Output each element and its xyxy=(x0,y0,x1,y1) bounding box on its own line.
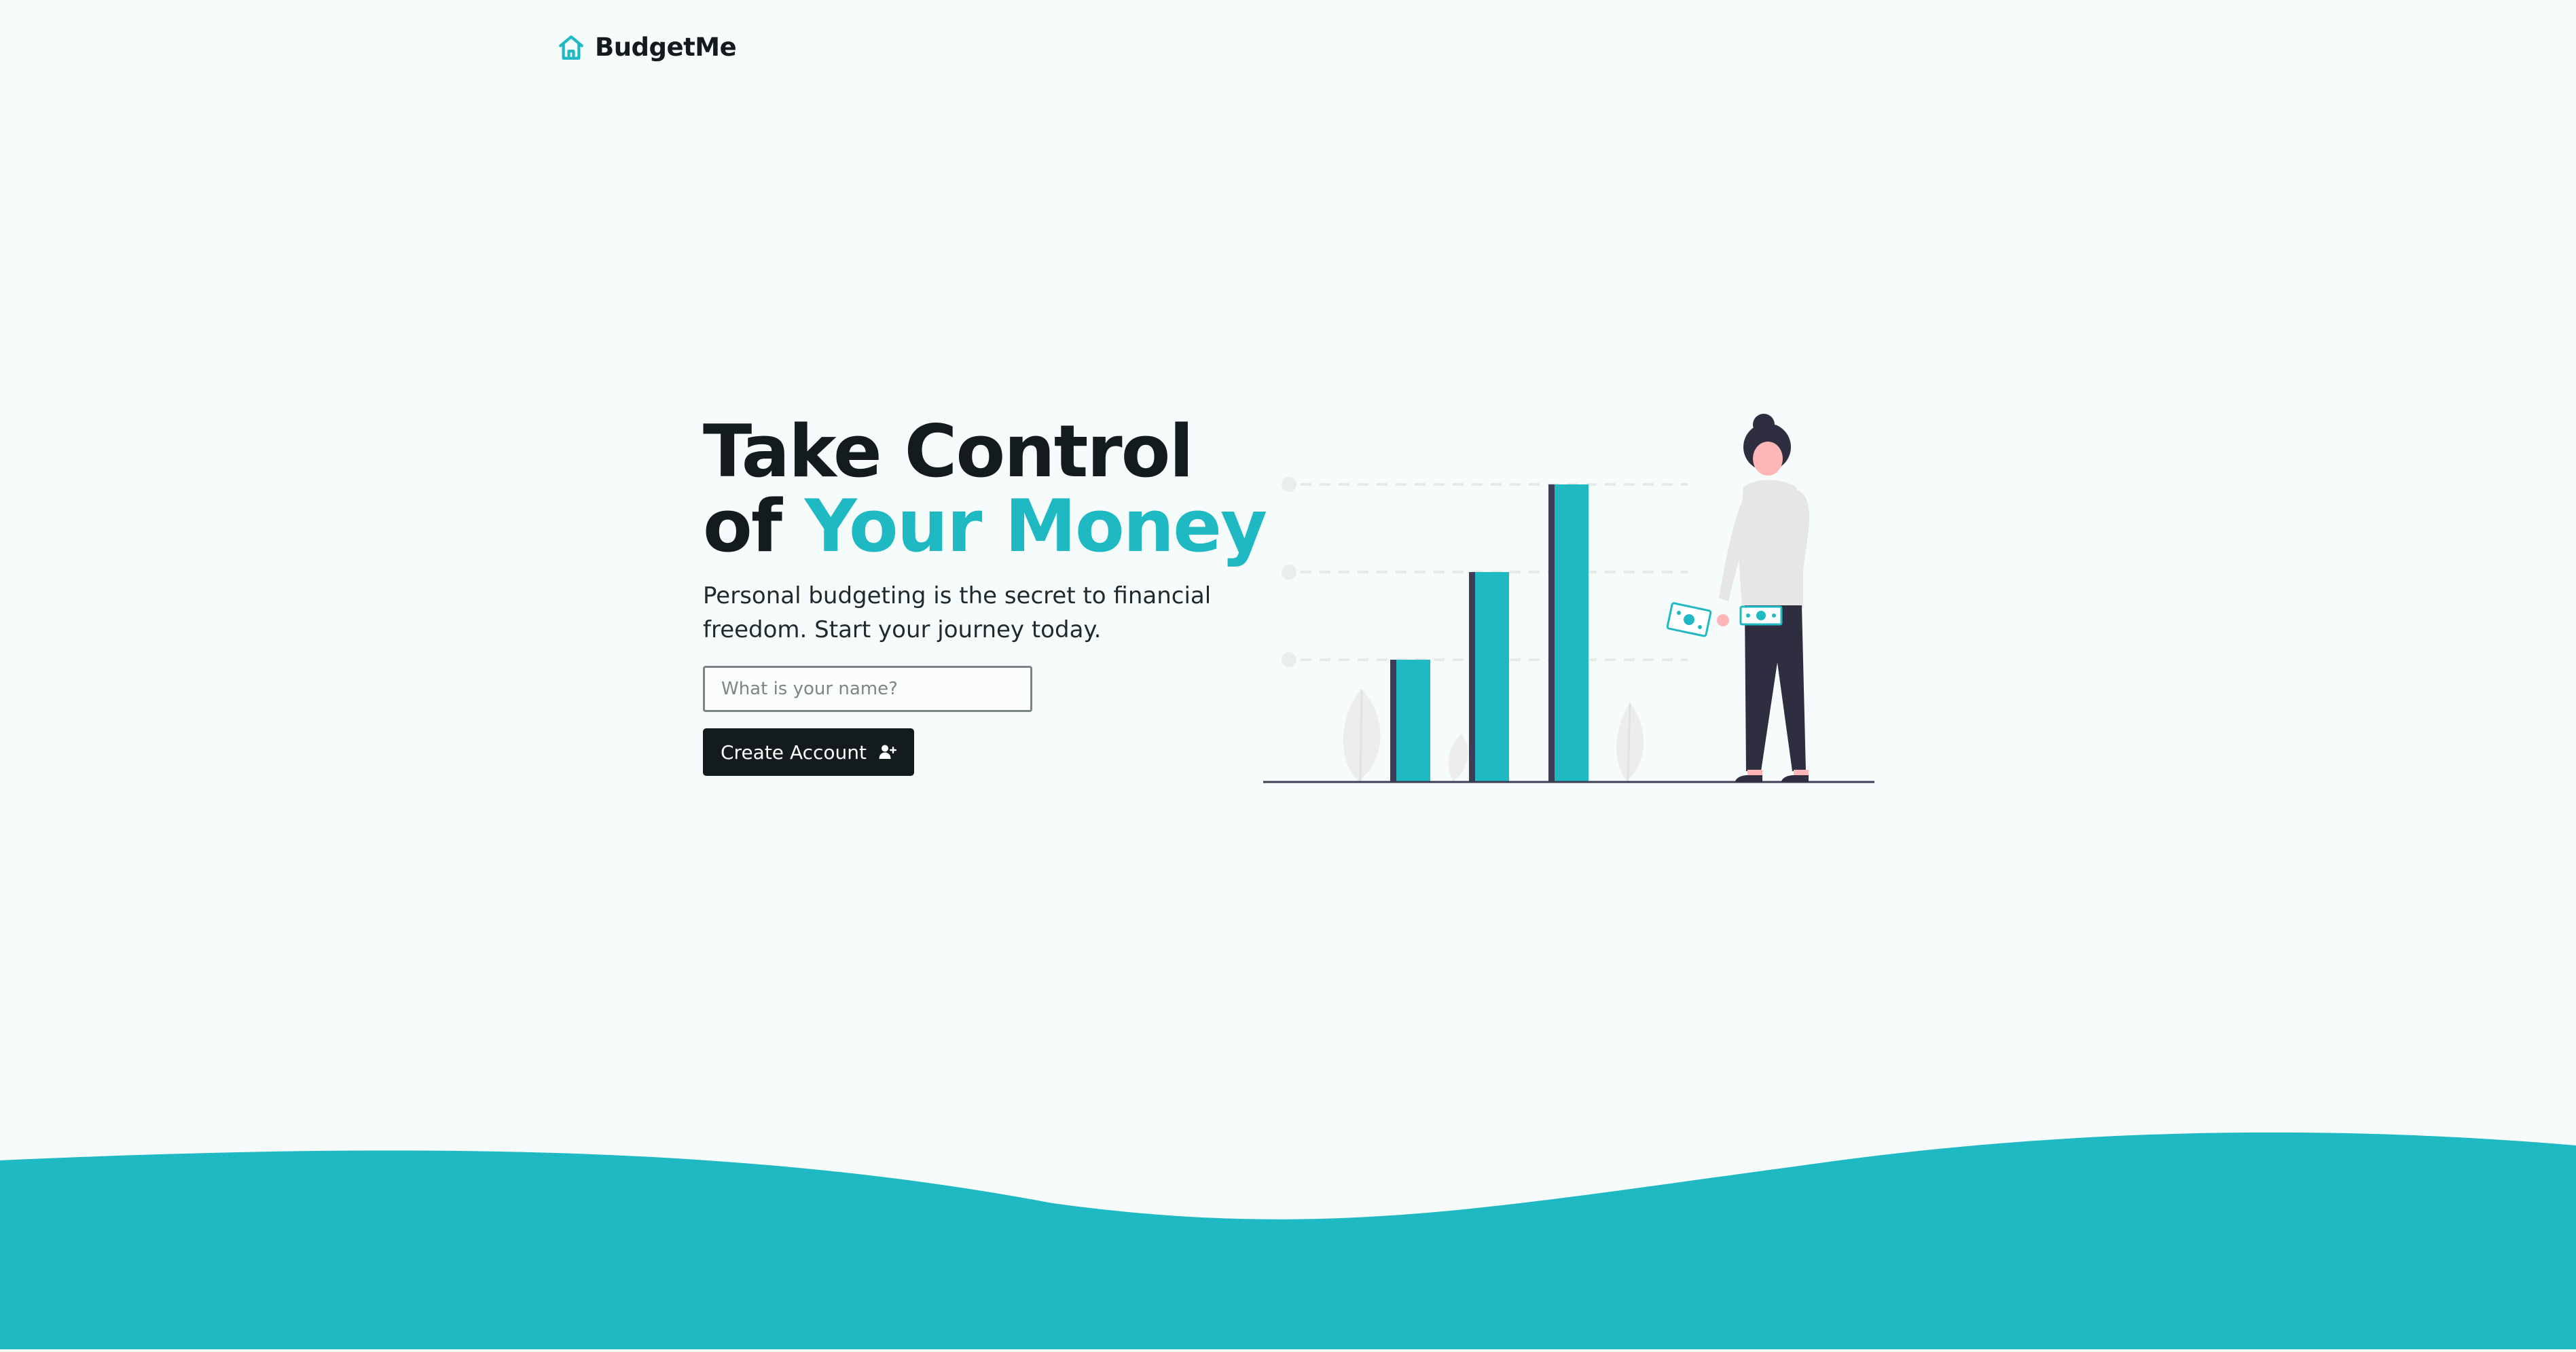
create-account-label: Create Account xyxy=(721,741,867,764)
hero-title-line1: Take Control xyxy=(703,410,1194,493)
name-input[interactable] xyxy=(703,666,1032,712)
hero-description: Personal budgeting is the secret to fina… xyxy=(703,582,1212,643)
woman-with-bar-chart-illustration xyxy=(1260,404,1878,791)
hero-section: Take Control of Your Money Personal budg… xyxy=(703,414,1267,776)
home-icon xyxy=(557,33,585,62)
user-plus-icon xyxy=(879,744,896,760)
create-account-form: Create Account xyxy=(703,666,1260,776)
hero-title-accent: Your Money xyxy=(804,484,1267,568)
brand-logo[interactable]: BudgetMe xyxy=(557,33,737,62)
brand-name: BudgetMe xyxy=(595,33,737,62)
footer-wave xyxy=(0,1105,2576,1349)
create-account-button[interactable]: Create Account xyxy=(703,728,914,776)
hero-title: Take Control of Your Money xyxy=(703,414,1267,564)
hero-title-prefix: of xyxy=(703,484,805,568)
